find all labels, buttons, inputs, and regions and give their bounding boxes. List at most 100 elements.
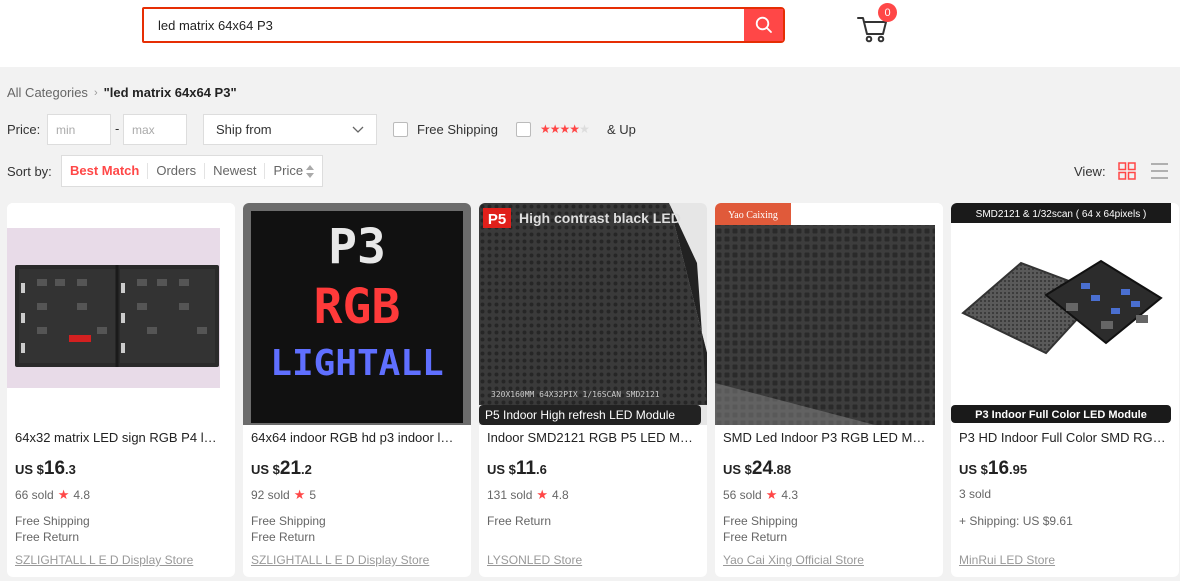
product-title[interactable]: Indoor SMD2121 RGB P5 LED Module 64x32 — [487, 430, 695, 445]
search-button[interactable] — [744, 9, 783, 41]
product-price: US $ 16 .3 — [15, 458, 76, 480]
store-link[interactable]: MinRui LED Store — [959, 553, 1055, 567]
product-sales-rating: 66 sold ★ 4.8 — [15, 487, 90, 503]
search-box — [142, 7, 785, 43]
shipping-info: + Shipping: US $9.61 — [959, 514, 1073, 528]
search-icon — [755, 16, 772, 33]
star-icon: ★ — [57, 487, 70, 502]
view-label: View: — [1074, 164, 1106, 179]
store-link[interactable]: LYSONLED Store — [487, 553, 582, 567]
sort-newest[interactable]: Newest — [204, 163, 264, 179]
search-input[interactable] — [144, 9, 744, 41]
product-price: US $ 16 .95 — [959, 458, 1027, 480]
rating-filter-stars[interactable]: ★ ★ ★ ★ ★ — [540, 122, 590, 136]
image-text-rgb: RGB — [314, 279, 401, 335]
image-text-p3: P3 — [328, 219, 386, 275]
price-decimal: .88 — [773, 462, 792, 477]
star-icon: ★ — [549, 122, 561, 136]
free-shipping-label[interactable]: Free Shipping — [417, 122, 498, 137]
rating-value: 4.8 — [73, 488, 91, 502]
product-image[interactable]: P3 RGB LIGHTALL — [243, 203, 471, 425]
rating-value: 5 — [309, 488, 317, 502]
sort-price-label: Price — [273, 163, 304, 178]
ship-from-dropdown[interactable]: Ship from — [203, 114, 377, 145]
product-title[interactable]: 64x32 matrix LED sign RGB P4 led module — [15, 430, 223, 445]
free-shipping-checkbox[interactable] — [393, 122, 408, 137]
product-card[interactable]: SMD2121 & 1/32scan ( 64 x 64pixels ) P3 … — [951, 203, 1179, 577]
grid-view-icon[interactable] — [1118, 162, 1136, 180]
sort-arrows-icon — [306, 164, 315, 178]
price-currency: US $ — [723, 462, 752, 477]
sold-count: 3 sold — [959, 487, 992, 501]
product-price: US $ 21 .2 — [251, 458, 312, 480]
led-module-image: SMD2121 & 1/32scan ( 64 x 64pixels ) P3 … — [951, 203, 1179, 425]
sort-price[interactable]: Price — [264, 163, 322, 179]
product-sales-rating: 56 sold ★ 4.3 — [723, 487, 798, 503]
star-icon: ★ — [579, 122, 590, 136]
image-caption: P5 Indoor High refresh LED Module — [485, 408, 675, 422]
product-image[interactable]: P5 High contrast black LED 320X160MM 64X… — [479, 203, 707, 425]
shipping-info: Free Shipping — [15, 514, 90, 528]
product-sales-rating: 92 sold ★ 5 — [251, 487, 316, 503]
image-badge-p5: P5 — [488, 211, 506, 228]
product-image[interactable]: SMD2121 & 1/32scan ( 64 x 64pixels ) P3 … — [951, 203, 1179, 425]
product-title[interactable]: SMD Led Indoor P3 RGB LED Matrix Panel — [723, 430, 931, 445]
return-info: Free Return — [15, 530, 80, 544]
price-max-input[interactable] — [123, 114, 187, 145]
price-decimal: .3 — [65, 462, 76, 477]
star-icon: ★ — [765, 487, 778, 502]
price-decimal: .2 — [301, 462, 312, 477]
star-icon: ★ — [536, 487, 549, 502]
sort-label: Sort by: — [7, 164, 52, 179]
led-panel-image: P5 High contrast black LED 320X160MM 64X… — [479, 203, 707, 425]
price-dash: - — [115, 121, 120, 136]
sold-count: 56 sold — [723, 488, 762, 502]
image-spec-header: SMD2121 & 1/32scan ( 64 x 64pixels ) — [976, 209, 1147, 220]
shipping-info: Free Shipping — [251, 514, 326, 528]
sold-count: 92 sold — [251, 488, 290, 502]
price-currency: US $ — [487, 462, 516, 477]
star-icon: ★ — [569, 122, 580, 136]
image-text-spec: 320X160MM 64X32PIX 1/16SCAN SMD2121 — [491, 390, 660, 399]
breadcrumb: All Categories › "led matrix 64x64 P3" — [7, 85, 237, 100]
product-card[interactable]: P5 High contrast black LED 320X160MM 64X… — [479, 203, 707, 577]
cart-button[interactable]: 0 — [856, 3, 897, 43]
store-link[interactable]: Yao Cai Xing Official Store — [723, 553, 864, 567]
led-sign-image: P3 RGB LIGHTALL — [243, 203, 471, 425]
store-link[interactable]: SZLIGHTALL L E D Display Store — [15, 553, 193, 567]
product-image[interactable]: Yao Caixing — [715, 203, 943, 425]
product-sales-rating: 131 sold ★ 4.8 — [487, 487, 569, 503]
breadcrumb-current: "led matrix 64x64 P3" — [103, 85, 237, 100]
cart-count-badge: 0 — [878, 3, 897, 22]
image-caption: P3 Indoor Full Color LED Module — [975, 409, 1147, 421]
shipping-info: Free Shipping — [723, 514, 798, 528]
star-icon: ★ — [559, 122, 571, 136]
product-image[interactable] — [7, 203, 235, 425]
product-sales-rating: 3 sold — [959, 487, 991, 501]
product-price: US $ 24 .88 — [723, 458, 791, 480]
product-card[interactable]: P3 RGB LIGHTALL 64x64 indoor RGB hd p3 i… — [243, 203, 471, 577]
price-min-input[interactable] — [47, 114, 111, 145]
image-text-headline: High contrast black LED — [519, 210, 681, 226]
sort-orders[interactable]: Orders — [147, 163, 204, 179]
sold-count: 66 sold — [15, 488, 54, 502]
product-title[interactable]: 64x64 indoor RGB hd p3 indoor led module — [251, 430, 459, 445]
product-card[interactable]: Yao Caixing SMD Led Indoor P3 RGB LED Ma… — [715, 203, 943, 577]
product-title[interactable]: P3 HD Indoor Full Color SMD RGB LED Modu… — [959, 430, 1167, 445]
breadcrumb-separator: › — [93, 86, 98, 99]
header: 0 — [0, 0, 1180, 67]
price-integer: 16 — [987, 458, 1010, 479]
breadcrumb-all-categories[interactable]: All Categories — [7, 85, 88, 100]
sold-count: 131 sold — [487, 488, 533, 502]
price-currency: US $ — [15, 462, 44, 477]
price-label: Price: — [7, 122, 41, 137]
led-module-image — [7, 203, 235, 425]
rating-filter-checkbox[interactable] — [516, 122, 531, 137]
store-link[interactable]: SZLIGHTALL L E D Display Store — [251, 553, 429, 567]
sort-best-match[interactable]: Best Match — [62, 163, 147, 179]
price-integer: 24 — [751, 458, 774, 479]
price-decimal: .95 — [1009, 462, 1028, 477]
list-view-icon[interactable] — [1150, 162, 1169, 180]
product-card[interactable]: 64x32 matrix LED sign RGB P4 led module … — [7, 203, 235, 577]
sort-options: Best Match Orders Newest Price — [61, 155, 324, 187]
